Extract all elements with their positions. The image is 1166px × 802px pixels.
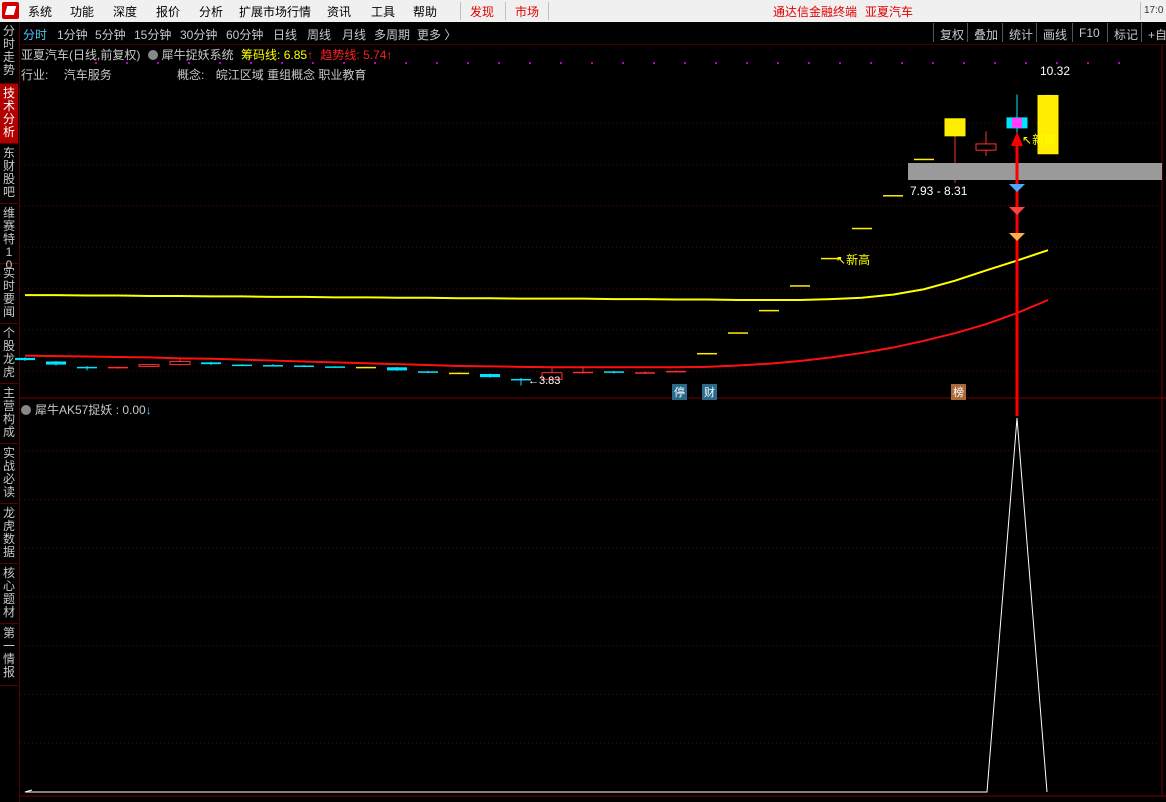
marker-dot (405, 62, 407, 64)
marker-dot (653, 62, 655, 64)
candle-body (418, 371, 438, 373)
low-price-value: 3.83 (539, 375, 561, 387)
indicator-header: 犀牛AK57捉妖 : 0.00↓ (21, 401, 152, 418)
marker-dot (529, 62, 531, 64)
candle-body (232, 364, 252, 367)
candle-body (728, 332, 748, 334)
candle-body (449, 372, 469, 375)
rank-list-tag[interactable]: 榜 (951, 384, 966, 400)
gem-icon (1009, 233, 1025, 241)
candle-body (914, 158, 934, 161)
candle-body (883, 195, 903, 197)
candle-body (169, 360, 191, 366)
marker-dot (312, 62, 314, 64)
new-high-label: ↖新高 (836, 253, 871, 267)
candle-body (263, 365, 283, 367)
marker-dot (95, 62, 97, 64)
candle-body (138, 364, 160, 367)
high-price-label: 10.32 (1040, 64, 1071, 78)
collapse-icon[interactable] (21, 405, 31, 415)
marker-dot (746, 62, 748, 64)
candle-body (852, 227, 872, 230)
marker-dot (343, 62, 345, 64)
candle-body (1012, 117, 1022, 128)
marker-dot (963, 62, 965, 64)
candle-body (46, 361, 66, 365)
candle-body (108, 366, 128, 369)
candle-body (356, 366, 376, 369)
marker-dot (498, 62, 500, 64)
down-arrow-icon: ↓ (145, 403, 152, 417)
candle-body (387, 367, 407, 371)
marker-dot (126, 62, 128, 64)
candle-body (790, 285, 810, 287)
candle-body (666, 370, 686, 373)
marker-dot (777, 62, 779, 64)
finance-tag[interactable]: 财 (702, 384, 717, 400)
candle-body (759, 309, 779, 312)
marker-dot (560, 62, 562, 64)
marker-dot (250, 62, 252, 64)
marker-dot (932, 62, 934, 64)
marker-dot (870, 62, 872, 64)
indicator-name: 犀牛AK57捉妖 : 0.00 (35, 403, 146, 417)
gem-icon (1009, 184, 1025, 192)
marker-dot (901, 62, 903, 64)
marker-dot (467, 62, 469, 64)
chip-line (25, 249, 1049, 302)
candle-body (604, 371, 624, 373)
marker-dot (994, 62, 996, 64)
range-label: 7.93 - 8.31 (910, 184, 968, 198)
candle-body (975, 143, 997, 151)
gem-icon (1009, 207, 1025, 215)
marker-dot (157, 62, 159, 64)
marker-dot (1118, 62, 1120, 64)
new-high-label: ↖新高 (1022, 133, 1057, 147)
new-high-text: 新高 (1032, 133, 1057, 147)
marker-dot (684, 62, 686, 64)
candle-body (294, 365, 314, 367)
low-price-label: ←3.83 (528, 375, 561, 387)
indicator-line (24, 417, 1048, 793)
candle-body (77, 366, 97, 369)
candle-body (573, 371, 593, 374)
marker-dot (1025, 62, 1027, 64)
marker-dot (219, 62, 221, 64)
kline-chart[interactable] (0, 0, 1166, 802)
marker-dot (188, 62, 190, 64)
marker-dot (436, 62, 438, 64)
candle-body (635, 372, 655, 374)
candle-body (201, 362, 221, 365)
new-high-text: 新高 (846, 253, 871, 267)
marker-dot (281, 62, 283, 64)
candle-body (697, 352, 717, 355)
marker-dot (715, 62, 717, 64)
candle-body (325, 366, 345, 368)
marker-dot (374, 62, 376, 64)
marker-dot (839, 62, 841, 64)
marker-dot (622, 62, 624, 64)
marker-dot (1087, 62, 1089, 64)
marker-dot (591, 62, 593, 64)
candle-body (15, 357, 35, 361)
candle-body (944, 118, 966, 137)
candle-body (480, 374, 500, 378)
marker-dot (808, 62, 810, 64)
suspend-tag[interactable]: 停 (672, 384, 687, 400)
chip-range-bar (908, 163, 1162, 180)
trend-line (24, 299, 1049, 369)
